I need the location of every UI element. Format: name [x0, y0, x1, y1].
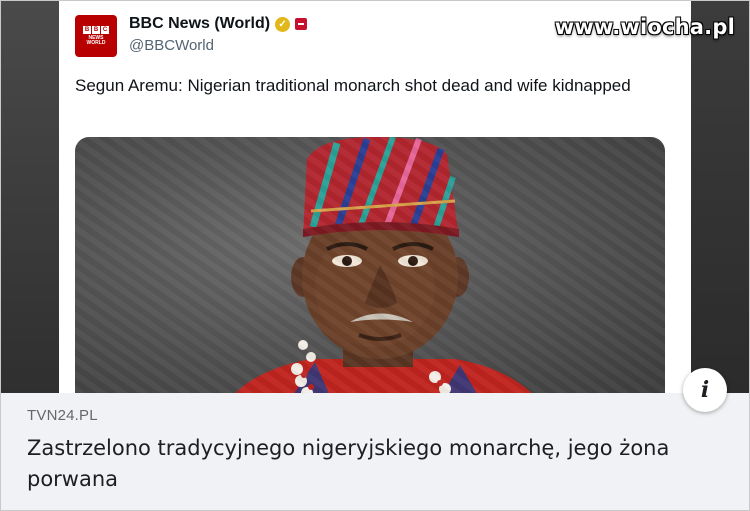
tweet-text: Segun Aremu: Nigerian traditional monarc… — [75, 76, 631, 95]
background-left — [1, 1, 59, 393]
affiliation-badge-icon — [295, 18, 308, 30]
link-source-domain: TVN24.PL — [27, 407, 98, 424]
bbc-logo-icon: B B C — [83, 26, 109, 34]
tweet-photo — [75, 137, 665, 393]
background-right — [691, 1, 749, 393]
verified-badge-icon: ✓ — [275, 16, 291, 32]
user-handle: @BBCWorld — [129, 37, 214, 54]
bbc-news-avatar: B B C NEWS WORLD — [75, 15, 117, 57]
avatar-subtitle: NEWS WORLD — [86, 35, 106, 46]
link-headline[interactable]: Zastrzelono tradycyjnego nigeryjskiego m… — [27, 433, 707, 495]
tweet-author-row: BBC News (World) ✓ — [129, 15, 308, 33]
link-preview-caption[interactable]: TVN24.PL Zastrzelono tradycyjnego nigery… — [1, 393, 749, 510]
info-icon[interactable]: i — [683, 368, 727, 412]
site-watermark: www.wiocha.pl — [554, 15, 735, 39]
post-frame: B B C NEWS WORLD BBC News (World) ✓ @BBC… — [0, 0, 750, 511]
tweet-screenshot: B B C NEWS WORLD BBC News (World) ✓ @BBC… — [59, 1, 691, 393]
display-name: BBC News (World) — [129, 15, 271, 32]
